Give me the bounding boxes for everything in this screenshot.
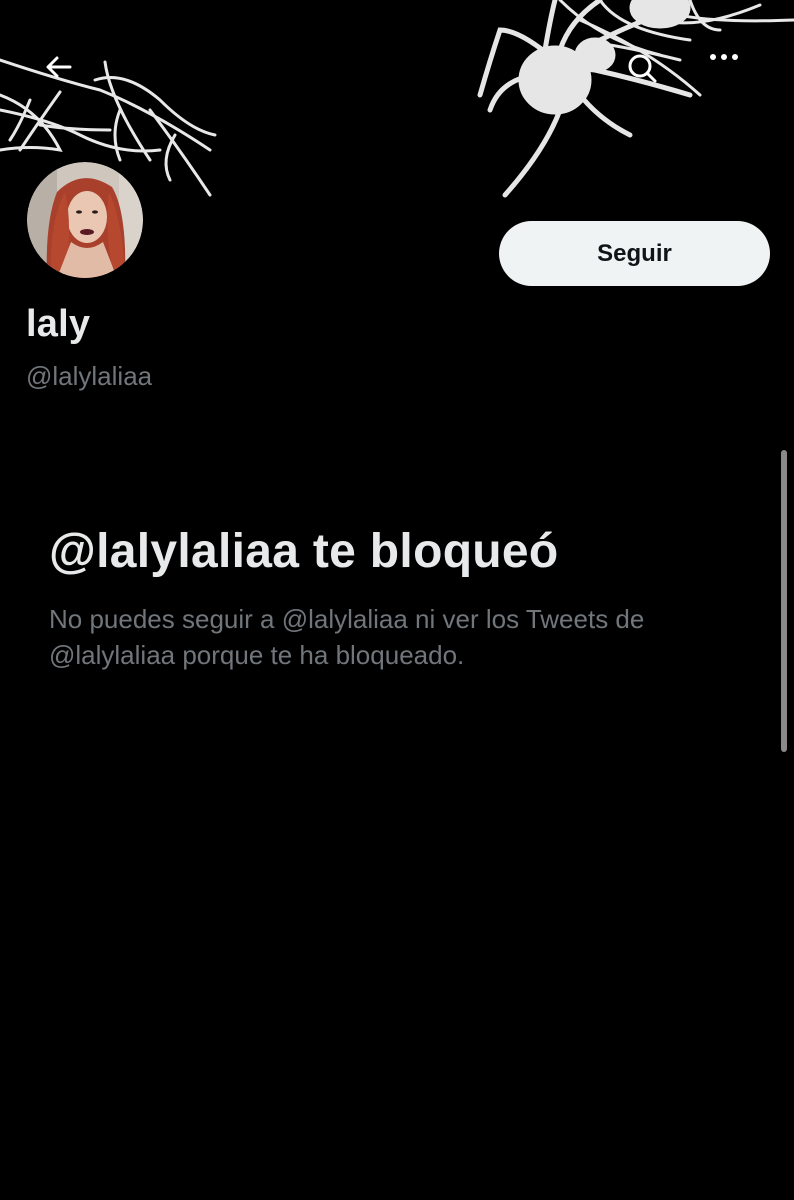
arrow-left-icon [46,56,72,78]
username-handle: @lalylaliaa [26,361,153,391]
display-name: laly [26,303,91,345]
more-horizontal-icon [710,54,738,60]
search-icon [628,54,657,83]
spider-web-illustration [0,0,794,198]
profile-banner [0,0,794,198]
avatar[interactable] [24,159,146,281]
more-options-button[interactable] [708,52,752,96]
scrollbar[interactable] [781,450,787,752]
follow-button[interactable]: Seguir [499,221,770,286]
blocked-title: @lalylaliaa te bloqueó [49,525,559,578]
avatar-photo [27,162,143,278]
blocked-description: No puedes seguir a @lalylaliaa ni ver lo… [49,604,645,670]
back-button[interactable] [44,52,88,96]
search-button[interactable] [626,52,670,96]
